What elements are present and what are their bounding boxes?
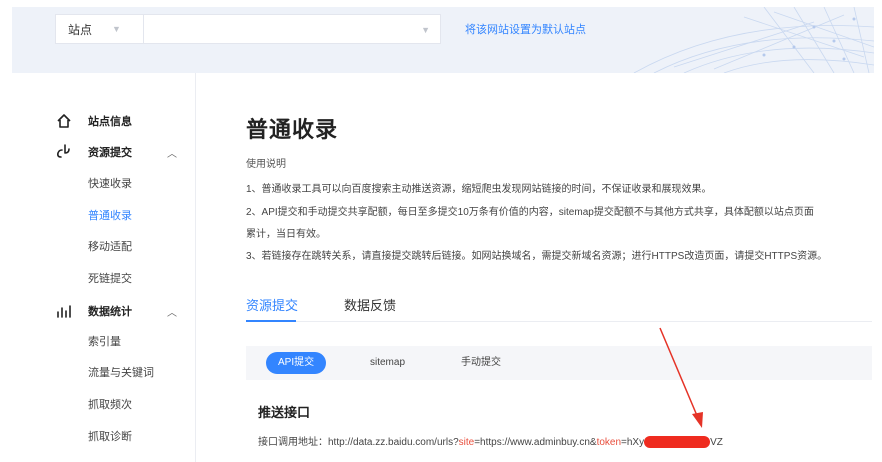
- usage-line-4: 3、若链接存在跳转关系，请直接提交跳转后链接。如网站换域名，需提交新域名资源；进…: [246, 251, 828, 262]
- usage-line-3: 累计，当日有效。: [246, 229, 326, 240]
- sidebar: 站点信息 资源提交 ︿ 快速收录 普通收录 移动适配 死链提交 数据统计 ︿ 索…: [0, 73, 196, 462]
- push-api-title: 推送接口: [258, 405, 311, 420]
- api-site-value: =https://www.adminbuy.cn&: [474, 437, 597, 448]
- sidebar-group-label: 资源提交: [88, 147, 132, 159]
- sidebar-item-dead-link[interactable]: 死链提交: [88, 270, 132, 286]
- site-banner: 站点 ▼ ▼ 将该网站设置为默认站点: [12, 7, 874, 73]
- page-title: 普通收录: [246, 117, 339, 142]
- site-label[interactable]: 站点 ▼: [55, 14, 143, 44]
- api-url-line: 接口调用地址：http://data.zz.baidu.com/urls?sit…: [258, 433, 723, 449]
- api-token-start: =hXy: [621, 437, 645, 448]
- chevron-up-icon: ︿: [167, 307, 177, 319]
- sidebar-group-label: 数据统计: [88, 306, 132, 318]
- stats-icon: [57, 305, 71, 318]
- usage-line-1: 1、普通收录工具可以向百度搜索主动推送资源，缩短爬虫发现网站链接的时间，不保证收…: [246, 184, 712, 195]
- tab-bar: 资源提交 数据反馈: [246, 292, 872, 322]
- sidebar-group-data-stats[interactable]: 数据统计 ︿: [0, 301, 196, 321]
- sidebar-item-crawl-frequency[interactable]: 抓取频次: [88, 396, 132, 412]
- tab-resource-submit[interactable]: 资源提交: [246, 295, 298, 314]
- sub-tab-sitemap[interactable]: sitemap: [358, 352, 417, 374]
- chevron-down-icon: ▼: [112, 24, 121, 34]
- sub-tab-bar: API提交 sitemap 手动提交: [246, 346, 872, 380]
- banner-mesh-decoration: [633, 7, 874, 73]
- submit-icon: [57, 144, 70, 158]
- sidebar-item-index-count[interactable]: 索引量: [88, 333, 121, 349]
- api-param-site: site: [458, 437, 475, 448]
- set-default-site-link[interactable]: 将该网站设置为默认站点: [465, 21, 586, 37]
- active-tab-indicator: [246, 320, 296, 322]
- usage-title: 使用说明: [246, 159, 286, 170]
- sidebar-item-normal-index[interactable]: 普通收录: [88, 207, 132, 223]
- sub-tab-manual-submit[interactable]: 手动提交: [449, 352, 513, 374]
- redaction-mask: [644, 436, 711, 449]
- home-icon: [57, 114, 71, 128]
- sidebar-item-traffic-keywords[interactable]: 流量与关键词: [88, 364, 154, 380]
- tab-data-feedback[interactable]: 数据反馈: [344, 295, 396, 314]
- api-param-token: token: [596, 437, 622, 448]
- sidebar-item-crawl-diagnosis[interactable]: 抓取诊断: [88, 428, 132, 444]
- sidebar-item-mobile-adapt[interactable]: 移动适配: [88, 238, 132, 254]
- api-url-label: 接口调用地址：: [258, 437, 328, 448]
- sub-tab-api-submit[interactable]: API提交: [266, 352, 327, 374]
- api-url-prefix[interactable]: http://data.zz.baidu.com/urls?: [328, 437, 459, 448]
- site-select[interactable]: ▼: [143, 14, 441, 44]
- site-label-text: 站点: [68, 22, 93, 37]
- api-token-end: VZ: [710, 437, 723, 448]
- chevron-down-icon: ▼: [421, 25, 430, 35]
- sidebar-group-resource-submit[interactable]: 资源提交 ︿: [0, 142, 196, 162]
- sidebar-group-site-info[interactable]: 站点信息: [0, 111, 196, 131]
- sidebar-group-label: 站点信息: [88, 116, 132, 128]
- sidebar-item-fast-index[interactable]: 快速收录: [88, 175, 132, 191]
- chevron-up-icon: ︿: [167, 148, 177, 160]
- usage-line-2: 2、API提交和手动提交共享配额，每日至多提交10万条有价值的内容，sitema…: [246, 207, 814, 218]
